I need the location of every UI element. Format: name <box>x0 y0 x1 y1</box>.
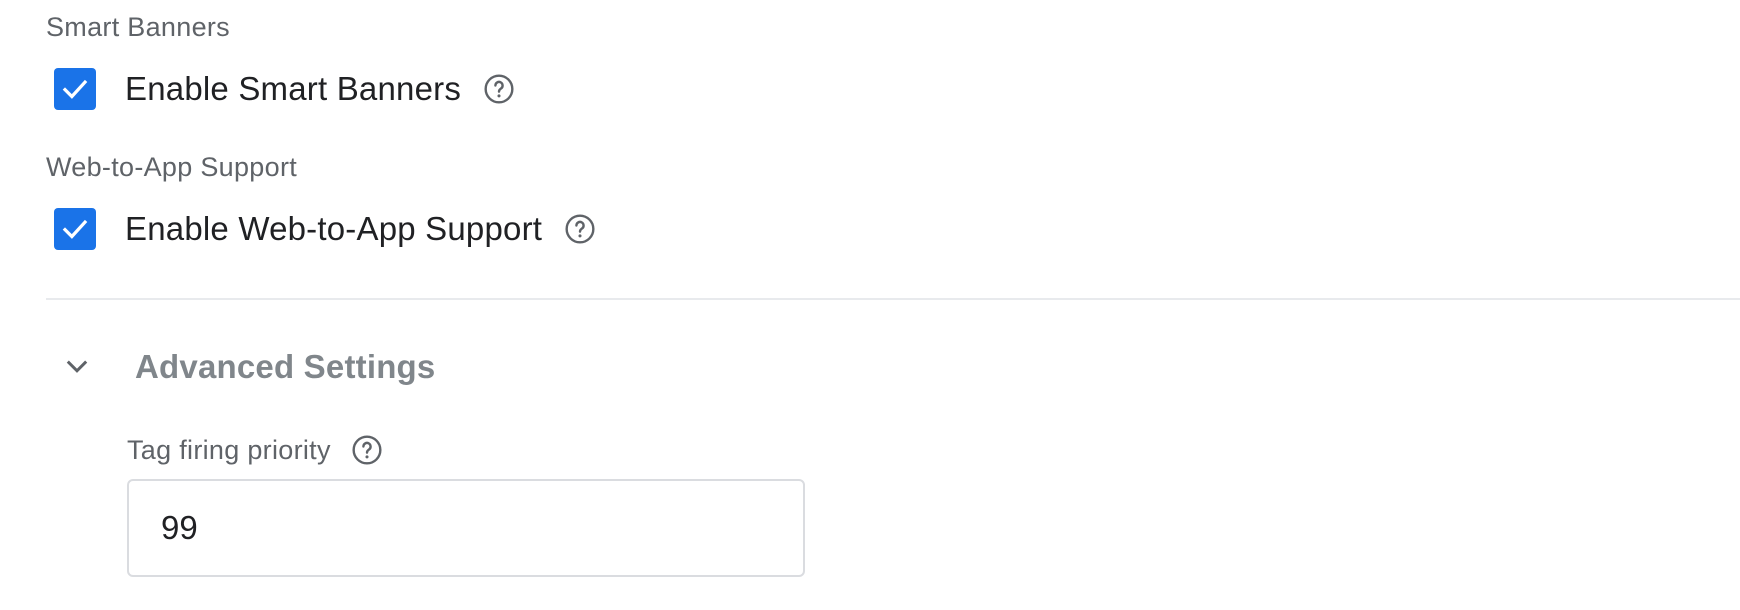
tag-firing-priority-field[interactable] <box>127 479 805 577</box>
chevron-down-icon[interactable] <box>60 350 94 384</box>
checkmark-icon <box>62 219 88 239</box>
enable-web-to-app-label[interactable]: Enable Web-to-App Support <box>125 210 542 248</box>
section-divider <box>46 298 1740 300</box>
enable-web-to-app-checkbox[interactable] <box>54 208 96 250</box>
help-circle-icon[interactable] <box>564 213 596 245</box>
help-circle-icon[interactable] <box>483 73 515 105</box>
enable-web-to-app-row: Enable Web-to-App Support <box>54 206 596 252</box>
advanced-settings-title[interactable]: Advanced Settings <box>135 348 435 386</box>
help-circle-icon[interactable] <box>351 434 383 466</box>
enable-smart-banners-label[interactable]: Enable Smart Banners <box>125 70 461 108</box>
checkmark-icon <box>62 79 88 99</box>
enable-smart-banners-checkbox[interactable] <box>54 68 96 110</box>
tag-firing-priority-input[interactable] <box>159 508 803 548</box>
smart-banners-section-label: Smart Banners <box>46 12 230 42</box>
advanced-settings-toggle[interactable]: Advanced Settings <box>60 342 435 392</box>
enable-smart-banners-row: Enable Smart Banners <box>54 66 515 112</box>
tag-firing-priority-label: Tag firing priority <box>127 434 331 465</box>
tag-firing-priority-label-row: Tag firing priority <box>127 430 383 470</box>
web-to-app-section-label: Web-to-App Support <box>46 152 298 182</box>
